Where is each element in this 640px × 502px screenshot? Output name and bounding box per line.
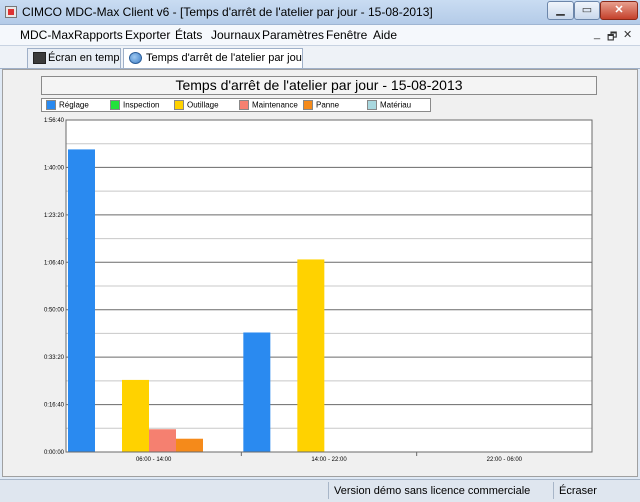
status-bar: Version démo sans licence commerciale Éc… [0, 479, 640, 502]
bar-réglage [68, 149, 95, 453]
y-tick-label: 0:16:40 [44, 403, 65, 409]
y-tick-label: 1:06:40 [44, 260, 65, 266]
y-tick-label: 0:33:20 [44, 355, 65, 361]
y-tick-label: 0:00:00 [44, 450, 65, 456]
status-license: Version démo sans licence commerciale [334, 485, 531, 497]
x-tick-label: 06:00 - 14:00 [136, 457, 172, 463]
status-mode: Écraser [559, 485, 597, 497]
bar-outillage [297, 259, 325, 452]
bar-outillage [122, 379, 149, 452]
y-tick-label: 1:23:20 [44, 213, 65, 219]
bar-réglage [243, 332, 271, 452]
bar-maintenance [149, 429, 176, 452]
status-divider [553, 482, 554, 499]
x-tick-label: 22:00 - 06:00 [487, 457, 523, 463]
bar-panne [176, 438, 203, 452]
y-tick-label: 0:50:00 [44, 308, 65, 314]
y-tick-label: 1:56:40 [44, 118, 65, 124]
y-tick-label: 1:40:00 [44, 165, 65, 171]
x-tick-label: 14:00 - 22:00 [311, 457, 347, 463]
downtime-bar-chart: 0:00:00 0:16:40 0:33:20 0:50:00 1:06:40 1:23:… [44, 118, 593, 463]
status-divider [328, 482, 329, 499]
